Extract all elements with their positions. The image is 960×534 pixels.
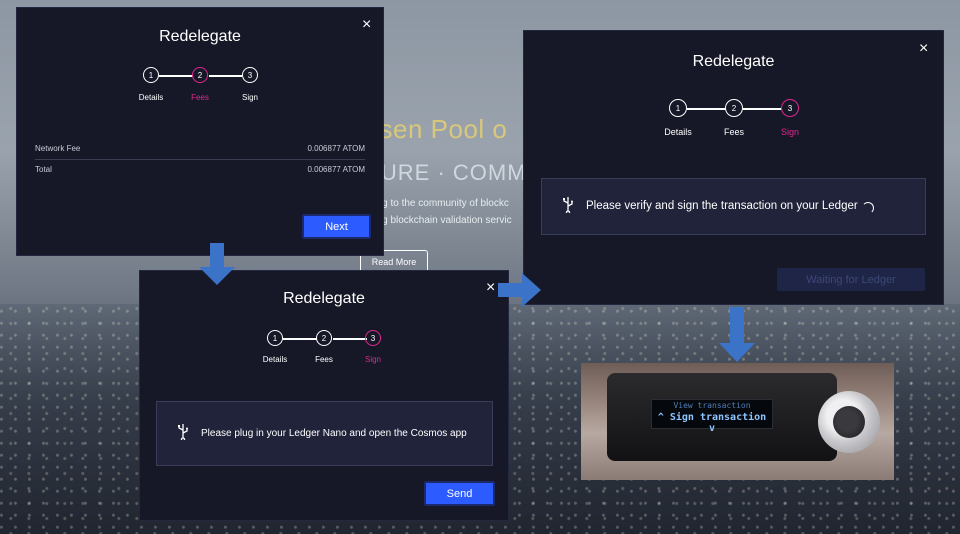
- background-paragraph-2: ming blockchain validation servic: [366, 215, 512, 226]
- redelegate-modal-fees: Redelegate × 1 2 3 Details Fees Sign Net…: [16, 7, 384, 256]
- ledger-message: Please verify and sign the transaction o…: [586, 199, 858, 212]
- ledger-device-button: [818, 391, 880, 453]
- ledger-instruction-box: Please verify and sign the transaction o…: [541, 178, 926, 235]
- redelegate-modal-sign-verify: Redelegate × 1 2 3 Details Fees Sign Ple…: [523, 30, 944, 305]
- step-3-label: Sign: [780, 127, 799, 137]
- network-fee-row: Network Fee 0.006877 ATOM: [35, 144, 365, 153]
- step-2-circle: 2: [192, 67, 208, 83]
- arrow-icon: [498, 273, 542, 307]
- usb-icon: [177, 424, 189, 443]
- ledger-message: Please plug in your Ledger Nano and open…: [201, 427, 467, 439]
- step-1-circle: 1: [267, 330, 283, 346]
- background-subline: CURE · COMM: [364, 160, 527, 185]
- step-3-circle: 3: [781, 99, 799, 117]
- stepper: 1 2 3 Details Fees Sign: [17, 8, 383, 108]
- step-1-label: Details: [138, 93, 164, 102]
- step-3-circle: 3: [365, 330, 381, 346]
- arrow-icon: [199, 243, 235, 287]
- stepper: 1 2 3 Details Fees Sign: [524, 31, 943, 141]
- ledger-device-screen: View transaction ^ Sign transaction v: [651, 399, 773, 434]
- redelegate-modal-sign-plugin: Redelegate × 1 2 3 Details Fees Sign Ple…: [139, 270, 509, 521]
- device-screen-line-1: View transaction: [673, 401, 751, 410]
- step-1-circle: 1: [143, 67, 159, 83]
- ledger-instruction-box: Please plug in your Ledger Nano and open…: [156, 401, 493, 466]
- total-label: Total: [35, 165, 52, 174]
- waiting-for-ledger-button[interactable]: Waiting for Ledger: [777, 268, 925, 291]
- ledger-device-photo: View transaction ^ Sign transaction v: [581, 363, 894, 480]
- loading-spinner-icon: [861, 201, 874, 214]
- background-headline: ysen Pool o: [366, 114, 508, 144]
- fee-label: Network Fee: [35, 144, 81, 153]
- total-value: 0.006877 ATOM: [307, 165, 365, 174]
- next-button[interactable]: Next: [302, 214, 371, 239]
- step-2-circle: 2: [725, 99, 743, 117]
- step-2-label: Fees: [315, 355, 333, 364]
- step-2-circle: 2: [316, 330, 332, 346]
- step-connector: [159, 75, 193, 77]
- step-3-label: Sign: [364, 355, 381, 364]
- step-2-label: Fees: [191, 93, 209, 102]
- background-paragraph-1: nting to the community of blockc: [366, 198, 509, 209]
- usb-icon: [562, 197, 574, 216]
- total-fee-row: Total 0.006877 ATOM: [35, 165, 365, 174]
- step-connector: [687, 108, 726, 110]
- step-1-circle: 1: [669, 99, 687, 117]
- step-connector: [283, 338, 317, 340]
- step-2-label: Fees: [723, 127, 744, 137]
- fee-value: 0.006877 ATOM: [307, 144, 365, 153]
- step-connector: [743, 108, 782, 110]
- step-1-label: Details: [262, 355, 288, 364]
- fee-divider: [35, 159, 365, 160]
- device-screen-line-2: ^ Sign transaction v: [657, 412, 767, 434]
- step-connector: [209, 75, 242, 77]
- send-button[interactable]: Send: [424, 481, 495, 506]
- step-connector: [333, 338, 367, 340]
- stepper: 1 2 3 Details Fees Sign: [140, 271, 508, 371]
- arrow-icon: [719, 307, 755, 363]
- step-3-label: Sign: [241, 93, 258, 102]
- step-3-circle: 3: [242, 67, 258, 83]
- step-1-label: Details: [664, 127, 692, 137]
